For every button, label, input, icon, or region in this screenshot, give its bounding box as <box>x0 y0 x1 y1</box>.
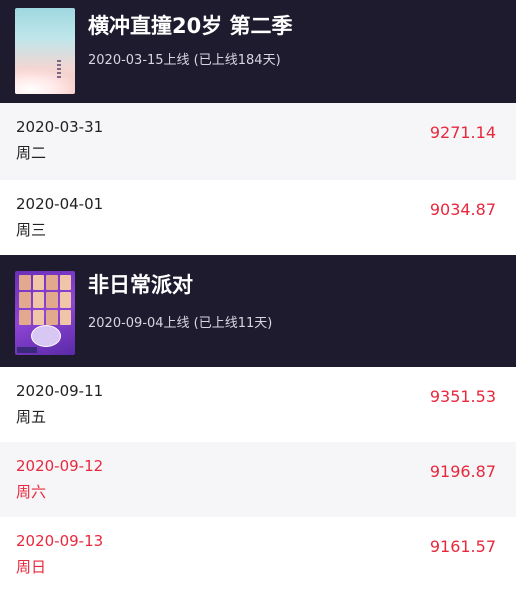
show-poster-image[interactable] <box>15 271 75 355</box>
row-value: 9196.87 <box>429 462 496 481</box>
row-date: 2020-09-13 <box>16 532 104 550</box>
show-header[interactable]: 非日常派对 2020-09-04上线 (已上线11天) <box>0 255 516 367</box>
show-release-info: 2020-03-15上线 (已上线184天) <box>88 53 281 68</box>
row-weekday: 周二 <box>16 144 47 162</box>
row-weekday: 周六 <box>16 483 47 501</box>
row-date: 2020-03-31 <box>16 118 104 136</box>
list-item[interactable]: 2020-03-31 周二 9271.14 <box>0 103 516 180</box>
show-header[interactable]: 横冲直撞20岁 第二季 2020-03-15上线 (已上线184天) <box>0 0 516 103</box>
list-item[interactable]: 2020-04-01 周三 9034.87 <box>0 180 516 255</box>
row-value: 9161.57 <box>429 537 496 556</box>
row-weekday: 周三 <box>16 221 47 239</box>
row-value: 9351.53 <box>429 387 496 406</box>
row-date: 2020-09-11 <box>16 382 104 400</box>
row-weekday: 周日 <box>16 558 47 576</box>
row-value: 9034.87 <box>429 200 496 219</box>
list-item[interactable]: 2020-09-13 周日 9161.57 <box>0 517 516 592</box>
row-value: 9271.14 <box>429 123 496 142</box>
show-title: 横冲直撞20岁 第二季 <box>88 14 293 38</box>
list-item[interactable]: 2020-09-12 周六 9196.87 <box>0 442 516 517</box>
row-weekday: 周五 <box>16 408 47 426</box>
show-poster-image[interactable] <box>15 8 75 94</box>
show-title: 非日常派对 <box>88 273 193 297</box>
row-date: 2020-09-12 <box>16 457 104 475</box>
list-item[interactable]: 2020-09-11 周五 9351.53 <box>0 367 516 442</box>
row-date: 2020-04-01 <box>16 195 104 213</box>
show-release-info: 2020-09-04上线 (已上线11天) <box>88 316 273 331</box>
